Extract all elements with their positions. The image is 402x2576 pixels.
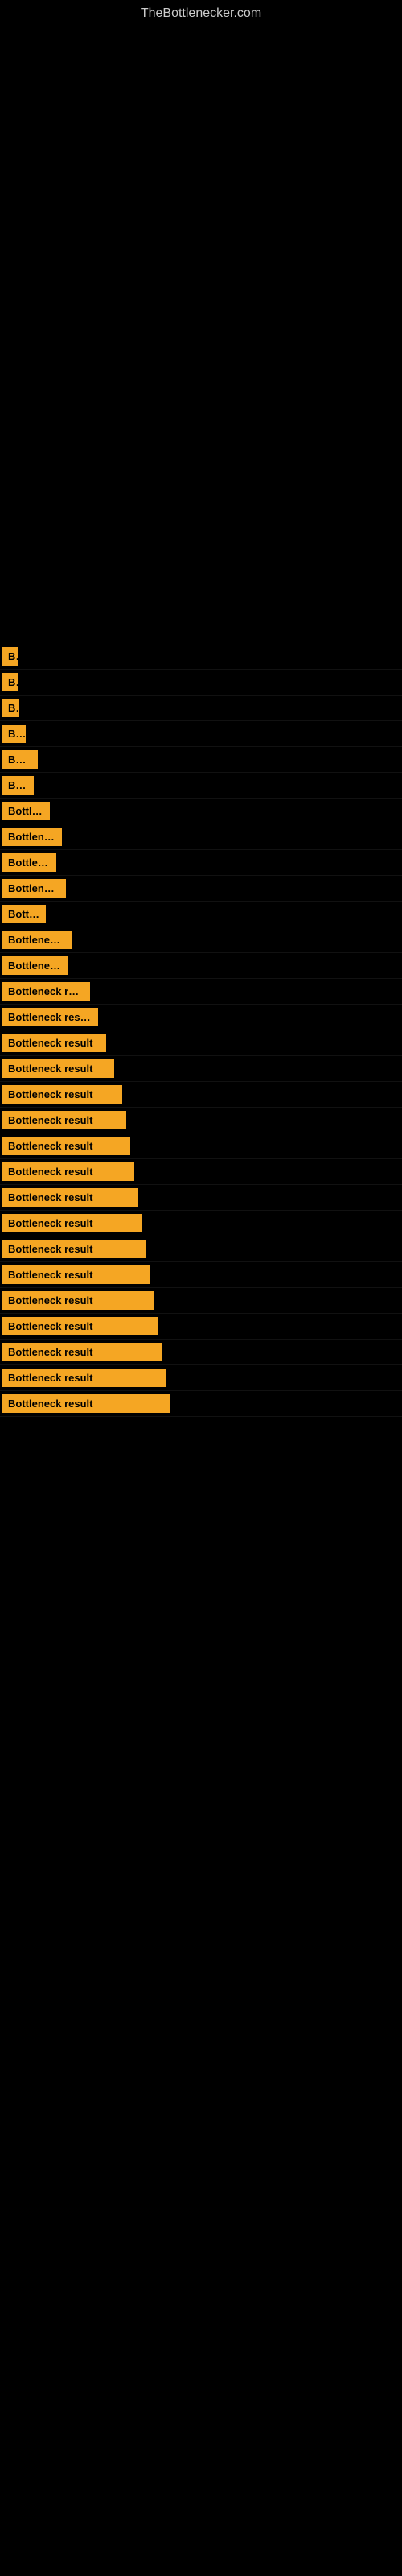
- result-row: Bottleneck result: [0, 1185, 402, 1211]
- result-row: Bottleneck result: [0, 1030, 402, 1056]
- result-row: Bottleneck result: [0, 1005, 402, 1030]
- result-row: Bottleneck result: [0, 1365, 402, 1391]
- result-bar: Bottleneck result: [2, 1111, 126, 1129]
- result-row: Bottleneck res: [0, 953, 402, 979]
- result-bar: Bottleneck result: [2, 1085, 122, 1104]
- result-bar: Bottleneck result: [2, 1214, 142, 1232]
- result-row: Bottleneck result: [0, 644, 402, 670]
- result-bar: Bottleneck result: [2, 1188, 138, 1207]
- result-bar: Bottleneck result: [2, 1291, 154, 1310]
- results-list: Bottleneck result B Bo Bottl Bottleneck r Bot…: [0, 644, 402, 1417]
- result-row: Bottlenec: [0, 773, 402, 799]
- result-bar: Bottleneck result: [2, 1394, 170, 1413]
- result-row: Bo: [0, 696, 402, 721]
- result-row: Bottleneck result: [0, 1288, 402, 1314]
- result-bar: Bottleneck result: [2, 931, 72, 949]
- result-bar: Bottleneck result: [2, 1137, 130, 1155]
- result-bar: Bottleneck res: [2, 802, 50, 820]
- result-bar: Bottleneck: [2, 905, 46, 923]
- result-row: Bottleneck result: [0, 1082, 402, 1108]
- result-row: Bottleneck result: [0, 1236, 402, 1262]
- result-bar: Bottleneck result: [2, 1317, 158, 1335]
- result-bar: Bottleneck result: [2, 1368, 166, 1387]
- result-bar: Bottleneck result: [2, 1034, 106, 1052]
- result-bar: Bottleneck result: [2, 828, 62, 846]
- result-bar: Bo: [2, 699, 19, 717]
- result-bar: Bottleneck result: [2, 1343, 162, 1361]
- result-bar: Bottleneck res: [2, 956, 68, 975]
- result-row: Bottleneck result: [0, 1056, 402, 1082]
- result-bar: Bottleneck r: [2, 750, 38, 769]
- result-row: Bottleneck result: [0, 1262, 402, 1288]
- result-row: Bottleneck re: [0, 850, 402, 876]
- site-title: TheBottlenecker.com: [0, 0, 402, 24]
- result-bar: Bottleneck result: [2, 647, 18, 666]
- result-bar: Bottlenec: [2, 776, 34, 795]
- result-row: Bottleneck result: [0, 1159, 402, 1185]
- result-bar: Bottleneck resu: [2, 879, 66, 898]
- result-row: Bottleneck result: [0, 1133, 402, 1159]
- result-bar: Bottleneck result: [2, 1265, 150, 1284]
- result-bar: Bottleneck re: [2, 853, 56, 872]
- result-bar: Bottleneck result: [2, 1162, 134, 1181]
- result-bar: B: [2, 673, 18, 691]
- chart-area: [0, 24, 402, 330]
- result-row: Bottleneck result: [0, 1340, 402, 1365]
- result-row: Bottleneck result: [0, 1108, 402, 1133]
- result-row: Bottleneck resu: [0, 876, 402, 902]
- result-bar: Bottleneck result: [2, 1008, 98, 1026]
- result-row: Bottleneck res: [0, 799, 402, 824]
- result-row: Bottleneck result: [0, 1211, 402, 1236]
- result-row: B: [0, 670, 402, 696]
- result-row: Bottl: [0, 721, 402, 747]
- result-row: Bottleneck r: [0, 747, 402, 773]
- result-row: Bottleneck result: [0, 927, 402, 953]
- result-row: Bottleneck result: [0, 824, 402, 850]
- result-bar: Bottl: [2, 724, 26, 743]
- result-row: Bottleneck result: [0, 1391, 402, 1417]
- result-row: Bottleneck result: [0, 979, 402, 1005]
- result-bar: Bottleneck result: [2, 982, 90, 1001]
- result-row: Bottleneck result: [0, 1314, 402, 1340]
- result-bar: Bottleneck result: [2, 1059, 114, 1078]
- result-row: Bottleneck: [0, 902, 402, 927]
- result-bar: Bottleneck result: [2, 1240, 146, 1258]
